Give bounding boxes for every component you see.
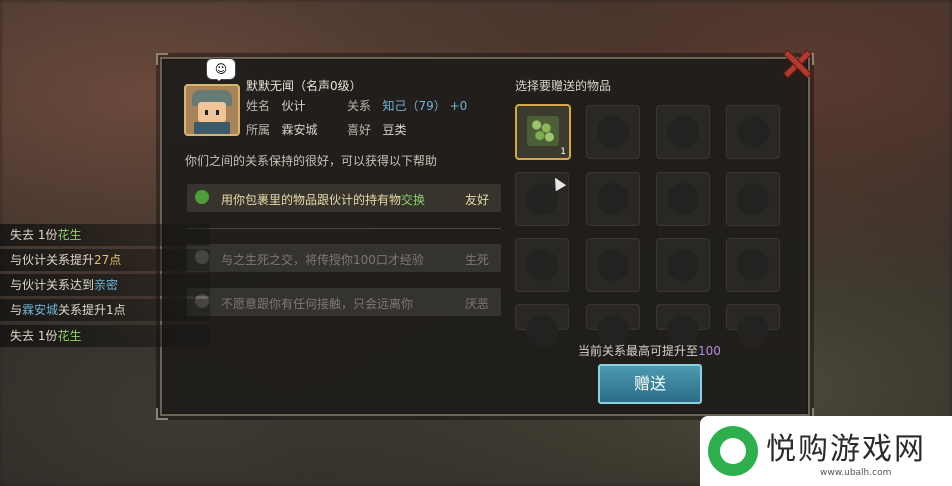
item-slot-selected[interactable]: 1 xyxy=(515,104,571,160)
relation-label: 关系 xyxy=(347,99,372,113)
watermark-name: 悦购游戏网 xyxy=(766,432,926,467)
item-slot[interactable] xyxy=(726,238,780,292)
gift-grid-title: 选择要赠送的物品 xyxy=(515,79,612,93)
divider xyxy=(187,228,501,229)
relation-limit: 当前关系最高可提升至100 xyxy=(578,344,721,358)
relation-delta: +0 xyxy=(449,99,468,113)
log-entry: 失去 1份花生 xyxy=(0,325,210,347)
benefit-locked-2: 不愿意跟你有任何接触，只会远离你 厌恶 xyxy=(187,288,501,316)
name-label: 姓名 xyxy=(246,99,271,113)
help-intro: 你们之间的关系保持的很好，可以获得以下帮助 xyxy=(185,154,438,168)
item-slot[interactable] xyxy=(726,172,780,226)
faction-value: 霖安城 xyxy=(281,123,318,137)
benefit-exchange[interactable]: 用你包裹里的物品跟伙计的持有物交换 友好 xyxy=(187,184,501,212)
benefit-locked-1: 与之生死之交，将传授你100口才经验 生死 xyxy=(187,244,501,272)
close-icon[interactable] xyxy=(780,47,812,79)
npc-fame-line: 默默无闻（名声0级） xyxy=(246,79,362,93)
unlock-icon xyxy=(195,190,209,204)
watermark-url: www.ubalh.com xyxy=(820,468,892,478)
item-slot[interactable] xyxy=(515,238,569,292)
item-quantity: 1 xyxy=(560,147,566,157)
benefit-tag: 友好 xyxy=(464,193,489,207)
item-slot[interactable] xyxy=(586,238,640,292)
emote-bubble: ☺ xyxy=(206,58,236,81)
benefit-tag: 厌恶 xyxy=(464,297,489,311)
item-slot[interactable] xyxy=(586,105,640,159)
name-value: 伙计 xyxy=(281,99,306,113)
relation-value: 知己（79） xyxy=(382,99,446,113)
item-slot[interactable] xyxy=(656,304,710,347)
log-entry: 与伙计关系达到亲密 xyxy=(0,274,210,296)
gift-button[interactable]: 赠送 xyxy=(598,364,702,404)
hobby-label: 喜好 xyxy=(347,123,372,137)
log-entry: 与霖安城关系提升1点 xyxy=(0,299,210,321)
item-slot[interactable] xyxy=(586,172,640,226)
log-entry: 与伙计关系提升27点 xyxy=(0,249,210,271)
benefit-tag: 生死 xyxy=(464,253,489,267)
watermark: 悦购游戏网 www.ubalh.com xyxy=(700,416,952,486)
npc-avatar xyxy=(184,84,240,136)
watermark-logo-icon xyxy=(708,426,758,476)
item-slot[interactable] xyxy=(515,304,569,347)
item-slot[interactable] xyxy=(656,238,710,292)
hobby-value: 豆类 xyxy=(382,123,407,137)
item-slot[interactable] xyxy=(726,105,780,159)
item-slot[interactable] xyxy=(726,304,780,347)
peanut-item-icon xyxy=(527,116,559,146)
faction-label: 所属 xyxy=(246,123,271,137)
log-entry: 失去 1份花生 xyxy=(0,224,210,246)
item-slot[interactable] xyxy=(656,172,710,226)
item-slot[interactable] xyxy=(656,105,710,159)
item-slot[interactable] xyxy=(586,304,640,347)
